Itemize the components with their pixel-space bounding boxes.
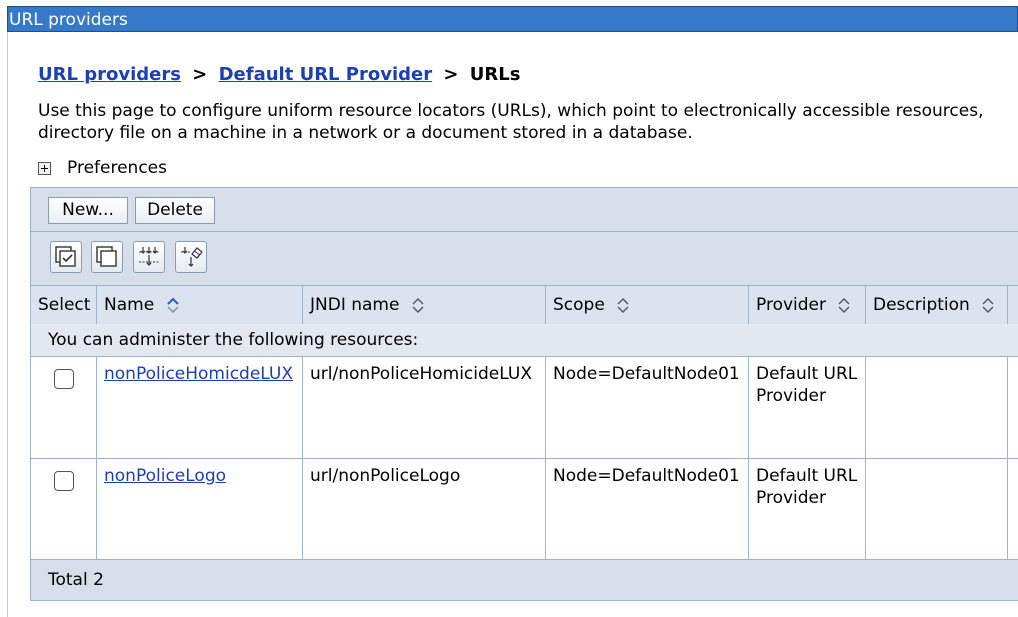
- row-select-checkbox[interactable]: [53, 369, 74, 389]
- left-border: [7, 32, 8, 617]
- table-cell-overflow: [1008, 357, 1018, 459]
- window-title: URL providers: [7, 6, 1018, 32]
- page-description: Use this page to configure uniform resou…: [38, 100, 1018, 144]
- column-header-description[interactable]: Description: [866, 286, 1008, 324]
- resource-name-link[interactable]: nonPoliceLogo: [104, 466, 226, 486]
- sort-ascending-icon[interactable]: [166, 296, 180, 314]
- table-cell-scope: Node=DefaultNode01: [546, 357, 749, 459]
- table-cell-jndi: url/nonPoliceLogo: [303, 459, 546, 560]
- column-header-select: Select: [31, 286, 97, 324]
- table-cell-jndi: url/nonPoliceHomicideLUX: [303, 357, 546, 459]
- table-cell-name: nonPoliceHomicdeLUX: [97, 357, 303, 459]
- column-header-description-label: Description: [873, 295, 970, 315]
- select-all-icon[interactable]: [50, 241, 82, 273]
- breadcrumb-current: URLs: [469, 64, 521, 85]
- expand-plus-icon[interactable]: [38, 161, 51, 175]
- table-row-checkbox-cell: [31, 459, 97, 560]
- description-line-2: directory file on a machine in a network…: [38, 123, 693, 143]
- column-header-jndi-label: JNDI name: [310, 295, 400, 315]
- sort-icon[interactable]: [616, 296, 630, 314]
- table-row-checkbox-cell: [31, 357, 97, 459]
- column-header-name-label: Name: [104, 295, 155, 315]
- column-header-scope[interactable]: Scope: [546, 286, 749, 324]
- breadcrumb-separator: >: [443, 64, 459, 85]
- table-cell-description: [866, 357, 1008, 459]
- clear-filter-icon[interactable]: [175, 241, 207, 273]
- sort-icon[interactable]: [837, 296, 851, 314]
- column-header-overflow: [1008, 286, 1018, 324]
- sort-icon[interactable]: [411, 296, 425, 314]
- preferences-label: Preferences: [67, 158, 167, 178]
- column-header-scope-label: Scope: [553, 295, 605, 315]
- resource-name-link[interactable]: nonPoliceHomicdeLUX: [104, 364, 293, 384]
- breadcrumb-link-default-url-provider[interactable]: Default URL Provider: [219, 64, 433, 85]
- description-line-1: Use this page to configure uniform resou…: [38, 101, 984, 121]
- icon-toolbar: [31, 232, 1018, 286]
- button-toolbar: New... Delete: [31, 188, 1018, 232]
- table-cell-overflow: [1008, 459, 1018, 560]
- column-header-jndi-name[interactable]: JNDI name: [303, 286, 546, 324]
- breadcrumb-link-url-providers[interactable]: URL providers: [38, 64, 181, 85]
- deselect-all-icon[interactable]: [91, 241, 123, 273]
- new-button[interactable]: New...: [48, 197, 128, 224]
- column-header-provider[interactable]: Provider: [749, 286, 866, 324]
- column-header-name[interactable]: Name: [97, 286, 303, 324]
- table-total: Total 2: [31, 560, 1018, 600]
- preferences-toggle[interactable]: Preferences: [38, 158, 167, 178]
- table-cell-provider: Default URL Provider: [749, 357, 866, 459]
- table-info-message: You can administer the following resourc…: [31, 324, 1018, 357]
- breadcrumb: URL providers > Default URL Provider > U…: [38, 64, 520, 85]
- table-cell-name: nonPoliceLogo: [97, 459, 303, 560]
- table-cell-description: [866, 459, 1008, 560]
- resources-table-panel: New... Delete Select Name JNDI name Scop…: [30, 187, 1018, 601]
- column-header-provider-label: Provider: [756, 295, 826, 315]
- show-filter-icon[interactable]: [133, 241, 165, 273]
- sort-icon[interactable]: [981, 296, 995, 314]
- delete-button[interactable]: Delete: [135, 197, 215, 224]
- row-select-checkbox[interactable]: [53, 471, 74, 491]
- table-cell-scope: Node=DefaultNode01: [546, 459, 749, 560]
- table-cell-provider: Default URL Provider: [749, 459, 866, 560]
- breadcrumb-separator: >: [192, 64, 208, 85]
